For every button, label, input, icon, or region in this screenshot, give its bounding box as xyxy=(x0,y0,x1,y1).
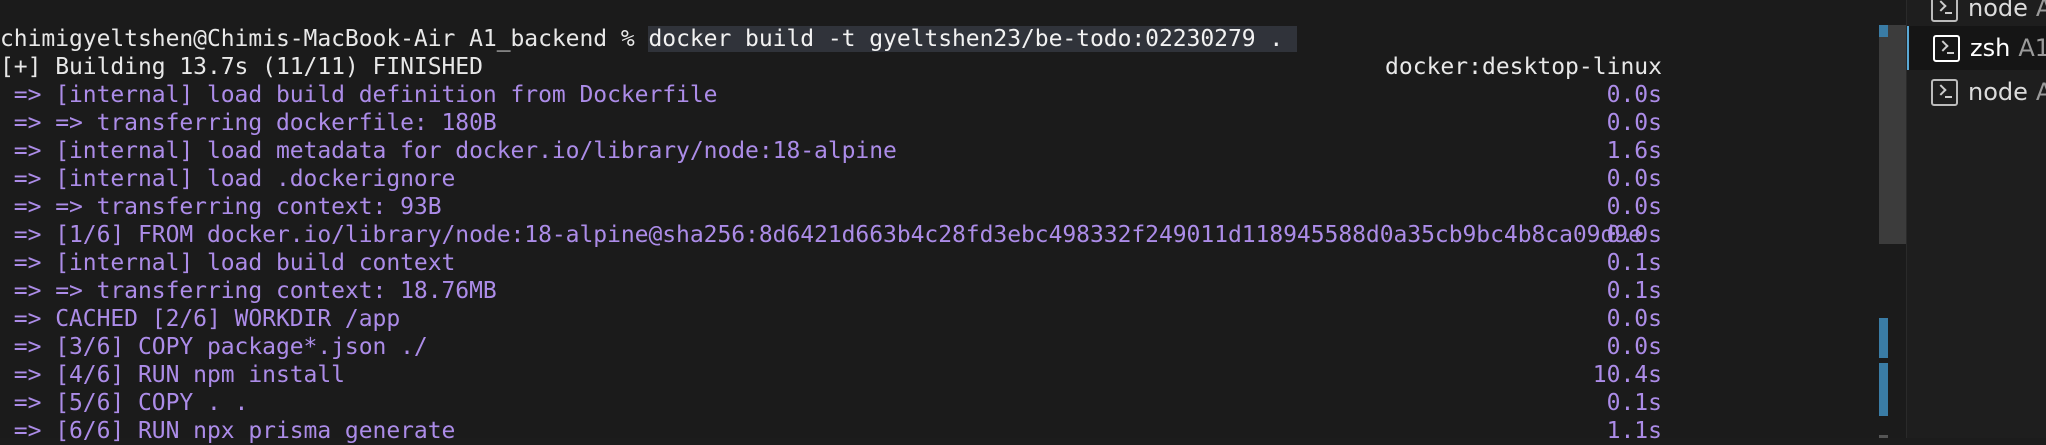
build-log-line: => [4/6] RUN npm install xyxy=(0,362,345,388)
scroll-marker xyxy=(1879,318,1888,358)
build-log-line: => [1/6] FROM docker.io/library/node:18-… xyxy=(0,222,1642,248)
tab-label: node xyxy=(1968,0,2028,22)
build-step-time: 0.0s xyxy=(1606,110,1662,136)
build-log-line: => [internal] load build definition from… xyxy=(0,82,718,108)
tab-sublabel: A xyxy=(2035,0,2046,22)
build-log-line: => CACHED [2/6] WORKDIR /app xyxy=(0,306,401,332)
tab-label: node xyxy=(1968,78,2028,106)
build-log-line: => => transferring context: 93B xyxy=(0,194,442,220)
build-log-line: => [3/6] COPY package*.json ./ xyxy=(0,334,428,360)
build-step-time: 0.0s xyxy=(1606,166,1662,192)
build-step-time: 10.4s xyxy=(1592,362,1662,388)
command-line: chimigyeltshen@Chimis-MacBook-Air A1_bac… xyxy=(0,25,1297,53)
build-step-time: 0.1s xyxy=(1606,390,1662,416)
build-log-line: => => transferring context: 18.76MB xyxy=(0,278,497,304)
scroll-marker xyxy=(1879,363,1888,416)
build-log-line: => [5/6] COPY . . xyxy=(0,390,249,416)
tab-label: zsh xyxy=(1970,34,2011,62)
build-log-line: => [internal] load build context xyxy=(0,250,456,276)
terminal-tabs-panel: nodeAzshA1nodeA xyxy=(1906,0,2046,438)
terminal-scrollbar[interactable] xyxy=(1879,0,1906,438)
scroll-marker xyxy=(1879,25,1888,37)
command-text: docker build -t gyeltshen23/be-todo:0223… xyxy=(648,26,1297,52)
terminal-icon xyxy=(1931,78,1958,106)
terminal-icon xyxy=(1933,34,1960,62)
build-step-time: 0.0s xyxy=(1606,194,1662,220)
tab-sublabel: A xyxy=(2035,78,2046,106)
builder-name: docker:desktop-linux xyxy=(1385,54,1662,80)
terminal-output[interactable]: chimigyeltshen@Chimis-MacBook-Air A1_bac… xyxy=(0,0,1879,444)
scrollbar-thumb[interactable] xyxy=(1879,25,1906,244)
build-status: [+] Building 13.7s (11/11) FINISHED xyxy=(0,54,483,80)
build-log-line: => => transferring dockerfile: 180B xyxy=(0,110,497,136)
build-step-time: 0.0s xyxy=(1606,222,1662,248)
build-step-time: 0.0s xyxy=(1606,334,1662,360)
terminal-tab-zsh[interactable]: zshA1 xyxy=(1907,26,2046,70)
build-step-time: 0.0s xyxy=(1606,306,1662,332)
build-step-time: 1.1s xyxy=(1606,418,1662,444)
build-step-time: 0.0s xyxy=(1606,82,1662,108)
terminal-icon xyxy=(1931,0,1958,22)
build-log-line: => [internal] load metadata for docker.i… xyxy=(0,138,897,164)
build-log-line: => [6/6] RUN npx prisma generate xyxy=(0,418,456,444)
shell-prompt: chimigyeltshen@Chimis-MacBook-Air A1_bac… xyxy=(0,26,649,52)
build-step-time: 0.1s xyxy=(1606,278,1662,304)
build-step-time: 0.1s xyxy=(1606,250,1662,276)
terminal-tab-node[interactable]: node A xyxy=(1907,70,2046,114)
tab-sublabel: A1 xyxy=(2018,34,2046,62)
build-log-line: => [internal] load .dockerignore xyxy=(0,166,456,192)
build-step-time: 1.6s xyxy=(1606,138,1662,164)
